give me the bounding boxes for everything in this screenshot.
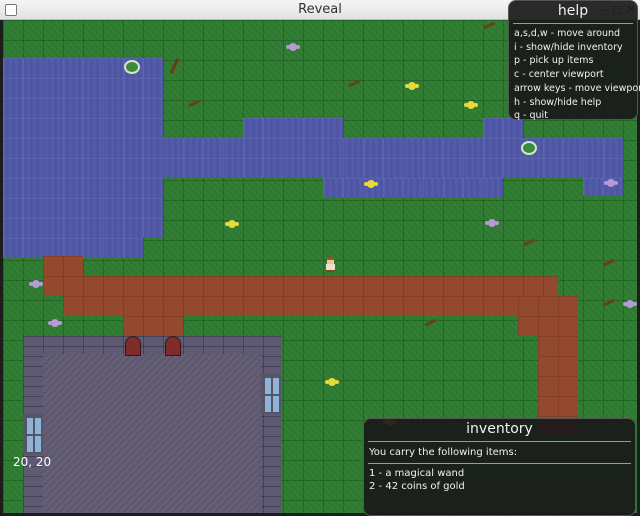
- help-panel: help a,s,d,w - move around i - show/hide…: [508, 0, 640, 123]
- flower-purple: [604, 179, 618, 187]
- flower-yellow: [464, 101, 478, 109]
- water-region: [3, 238, 143, 258]
- inventory-item: 1 - a magical wand: [369, 468, 465, 479]
- flower-yellow: [325, 378, 339, 386]
- turtle-sprite: [124, 60, 140, 74]
- flower-purple: [623, 300, 637, 308]
- inventory-item: 2 - 42 coins of gold: [369, 481, 465, 492]
- inventory-list: 1 - a magical wand 2 - 42 coins of gold: [369, 467, 635, 493]
- game-window: Reveal ‒ ◻ ✕: [0, 0, 640, 516]
- divider: [513, 23, 633, 24]
- flower-yellow: [364, 180, 378, 188]
- flower-yellow: [225, 220, 239, 228]
- door: [125, 336, 141, 356]
- turtle-sprite: [521, 141, 537, 155]
- twig: [347, 79, 361, 88]
- flower-purple: [485, 219, 499, 227]
- help-line: arrow keys - move viewport: [514, 82, 640, 94]
- help-line: h - show/hide help: [514, 96, 602, 108]
- twig: [187, 99, 201, 108]
- divider: [368, 441, 631, 442]
- twig: [424, 318, 438, 327]
- coordinate-readout: 20, 20: [13, 455, 52, 469]
- building-floor: [43, 354, 261, 513]
- dirt-path: [123, 316, 183, 338]
- water-region: [3, 178, 163, 238]
- help-line: q - quit: [514, 110, 548, 122]
- inventory-title: inventory: [466, 421, 533, 437]
- window-pane: [23, 414, 43, 454]
- help-title: help: [557, 3, 589, 19]
- window-pane: [261, 374, 281, 414]
- inventory-panel: inventory You carry the following items:…: [363, 418, 636, 516]
- wand-sprite: [169, 58, 180, 74]
- flower-purple: [48, 319, 62, 327]
- help-list: a,s,d,w - move around i - show/hide inve…: [514, 27, 640, 123]
- twig: [602, 298, 616, 307]
- twig: [482, 21, 496, 30]
- water-region: [243, 118, 343, 138]
- door: [165, 336, 181, 356]
- twig: [522, 238, 536, 247]
- help-line: p - pick up items: [514, 55, 594, 67]
- flower-purple: [29, 280, 43, 288]
- help-line: a,s,d,w - move around: [514, 28, 621, 39]
- player-sprite: [325, 258, 335, 272]
- twig: [602, 258, 616, 267]
- dirt-path: [63, 276, 558, 316]
- flower-yellow: [405, 82, 419, 90]
- help-line: i - show/hide inventory: [514, 41, 623, 53]
- inventory-intro: You carry the following items:: [369, 447, 518, 458]
- divider: [368, 463, 631, 464]
- flower-purple: [286, 43, 300, 51]
- help-line: c - center viewport: [514, 69, 604, 81]
- water-region: [323, 178, 503, 198]
